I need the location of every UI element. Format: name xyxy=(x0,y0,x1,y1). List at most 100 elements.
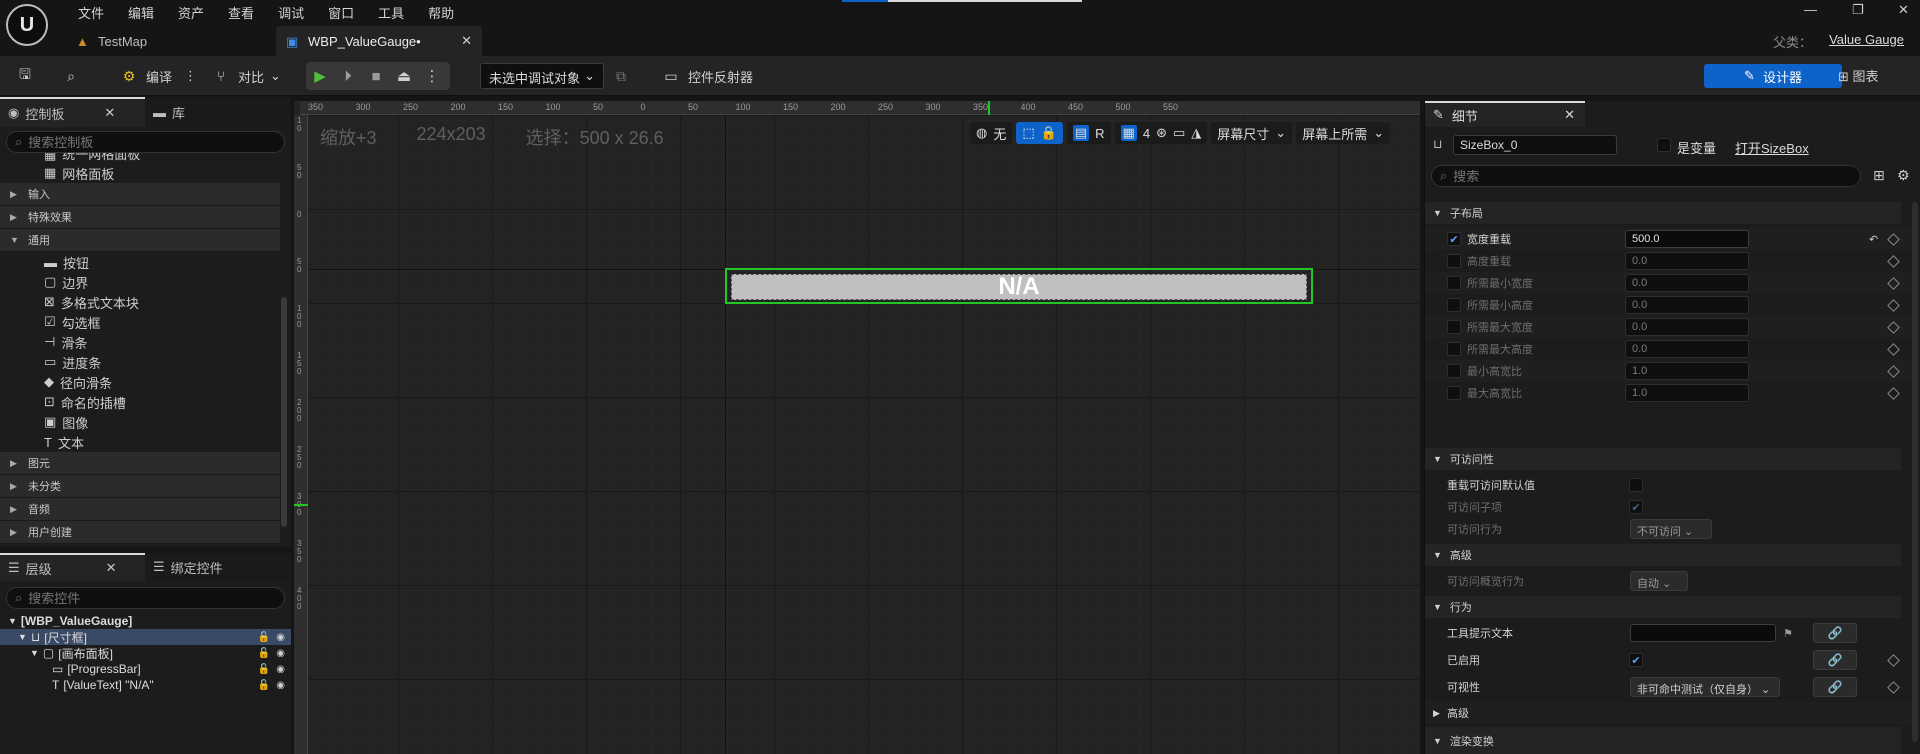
keyframe-diamond-icon[interactable] xyxy=(1887,277,1900,290)
designer-button[interactable]: ✎ 设计器 xyxy=(1704,64,1842,88)
menu-asset[interactable]: 资产 xyxy=(166,3,216,22)
bind-tooltip-button[interactable]: 🔗 xyxy=(1813,623,1857,643)
fill-mode-dropdown[interactable]: 屏幕上所需 ⌄ xyxy=(1296,122,1391,144)
category-audio[interactable]: ▶ 音频 xyxy=(0,498,280,521)
eye-icon[interactable]: ◉ xyxy=(276,632,285,643)
tree-node-valuetext[interactable]: T [ValueText] "N/A" 🔓 ◉ xyxy=(0,677,291,693)
stop-icon[interactable]: ■ xyxy=(362,68,390,85)
section-advanced[interactable]: ▼ 高级 xyxy=(1425,544,1901,566)
close-icon[interactable]: ✕ xyxy=(1564,107,1575,123)
bind-visibility-button[interactable]: 🔗 xyxy=(1813,677,1857,697)
debug-target-select[interactable]: 未选中调试对象 ⌄ xyxy=(480,63,604,89)
play-options-icon[interactable]: ⋮ xyxy=(418,67,446,85)
category-user-created[interactable]: ▶ 用户创建 xyxy=(0,521,280,544)
property-value-input[interactable]: 0.0 xyxy=(1625,274,1749,292)
flag-icon[interactable]: ⚑ xyxy=(1783,627,1793,640)
eye-icon[interactable]: ◉ xyxy=(276,664,285,675)
property-value-input[interactable]: 1.0 xyxy=(1625,384,1749,402)
menu-tools[interactable]: 工具 xyxy=(366,3,416,22)
advanced-collapsed-row[interactable]: ▶ 高级 xyxy=(1425,702,1920,724)
accessible-summary-dropdown[interactable]: 自动 ⌄ xyxy=(1630,571,1688,591)
close-icon[interactable]: ✕ xyxy=(104,105,115,121)
tab-library[interactable]: ▬ 库 xyxy=(145,97,193,127)
lock-icon[interactable]: 🔓 xyxy=(258,648,270,659)
override-checkbox[interactable] xyxy=(1447,342,1461,356)
list-item[interactable]: ⊡ 命名的插槽 xyxy=(0,392,280,412)
accessible-children-checkbox[interactable]: ✔ xyxy=(1629,500,1643,514)
menu-window[interactable]: 窗口 xyxy=(316,3,366,22)
category-input[interactable]: ▶ 输入 xyxy=(0,183,280,206)
parent-class-link[interactable]: Value Gauge xyxy=(1829,32,1904,47)
override-checkbox[interactable] xyxy=(1447,298,1461,312)
bind-enabled-button[interactable]: 🔗 xyxy=(1813,650,1857,670)
compile-button[interactable]: ⚙ 编译 ⋮ xyxy=(118,62,197,90)
debug-filter-icon[interactable]: ⧉ xyxy=(610,65,632,87)
tree-node-canvas[interactable]: ▼ ▢ [画布面板] 🔓 ◉ xyxy=(0,645,291,661)
tree-root[interactable]: ▼ [WBP_ValueGauge] xyxy=(0,613,291,629)
reset-icon[interactable]: ↶ xyxy=(1869,233,1878,246)
step-icon[interactable]: ⏵ xyxy=(334,68,362,85)
keyframe-diamond-icon[interactable] xyxy=(1887,681,1900,694)
unreal-logo-icon[interactable]: U xyxy=(6,4,48,46)
tree-node-sizebox[interactable]: ▼ ⊔ [尺寸框] 🔓 ◉ xyxy=(0,629,291,645)
menu-edit[interactable]: 编辑 xyxy=(116,3,166,22)
keyframe-diamond-icon[interactable] xyxy=(1887,365,1900,378)
close-icon[interactable]: ✕ xyxy=(106,560,117,576)
list-item[interactable]: ☑ 勾选框 xyxy=(0,312,280,332)
keyframe-diamond-icon[interactable] xyxy=(1887,321,1900,334)
override-checkbox[interactable] xyxy=(1447,364,1461,378)
property-value-input[interactable]: 0.0 xyxy=(1625,296,1749,314)
list-item[interactable]: ▦ 网格面板 xyxy=(0,163,280,183)
selected-widget[interactable]: N/A xyxy=(725,268,1313,304)
lock-icon[interactable]: 🔓 xyxy=(258,664,270,675)
lock-toggle[interactable]: ⬚ 🔒 xyxy=(1016,122,1063,144)
eye-icon[interactable]: ◉ xyxy=(276,648,285,659)
tab-bind-widgets[interactable]: ☰ 绑定控件 xyxy=(145,553,231,581)
value-text[interactable]: N/A xyxy=(998,273,1039,301)
keyframe-diamond-icon[interactable] xyxy=(1887,343,1900,356)
keyframe-diamond-icon[interactable] xyxy=(1887,654,1900,667)
screen-size-dropdown[interactable]: 屏幕尺寸 ⌄ xyxy=(1211,122,1293,144)
section-behavior[interactable]: ▼ 行为 xyxy=(1425,596,1901,618)
close-tab-icon[interactable]: ✕ xyxy=(461,33,472,49)
lock-icon[interactable]: 🔓 xyxy=(258,680,270,691)
list-item[interactable]: ▬ 按钮 xyxy=(0,252,280,272)
override-checkbox[interactable]: ✔ xyxy=(1447,232,1461,246)
section-render-transform[interactable]: ▼ 渲染变换 xyxy=(1425,727,1901,754)
list-item[interactable]: ▦ 统一网格面板 xyxy=(0,153,280,163)
minimize-icon[interactable]: — xyxy=(1804,2,1817,17)
property-value-input[interactable]: 0.0 xyxy=(1625,340,1749,358)
eye-icon[interactable]: ◉ xyxy=(276,680,285,691)
override-checkbox[interactable] xyxy=(1447,320,1461,334)
override-checkbox[interactable] xyxy=(1447,386,1461,400)
category-uncategorized[interactable]: ▶ 未分类 xyxy=(0,475,280,498)
menu-view[interactable]: 查看 xyxy=(216,3,266,22)
tree-node-progressbar[interactable]: ▭ [ProgressBar] 🔓 ◉ xyxy=(0,661,291,677)
list-item[interactable]: ▢ 边界 xyxy=(0,272,280,292)
override-checkbox[interactable] xyxy=(1447,254,1461,268)
gear-icon[interactable]: ⚙ xyxy=(1897,167,1910,184)
eject-icon[interactable]: ⏏ xyxy=(390,67,418,85)
property-value-input[interactable]: 1.0 xyxy=(1625,362,1749,380)
keyframe-diamond-icon[interactable] xyxy=(1887,299,1900,312)
palette-scrollbar[interactable] xyxy=(281,297,287,527)
close-window-icon[interactable]: ✕ xyxy=(1898,2,1909,18)
widget-name-input[interactable] xyxy=(1453,135,1617,155)
category-effects[interactable]: ▶ 特殊效果 xyxy=(0,206,280,229)
override-accessible-checkbox[interactable] xyxy=(1629,478,1643,492)
visibility-dropdown[interactable]: 非可命中测试（仅自身） ⌄ xyxy=(1630,677,1780,697)
tooltip-input[interactable] xyxy=(1630,624,1776,642)
property-value-input[interactable]: 500.0 xyxy=(1625,230,1749,248)
is-variable-checkbox[interactable] xyxy=(1657,138,1671,152)
details-search[interactable]: ⌕ xyxy=(1431,165,1861,187)
hierarchy-search[interactable]: ⌕ xyxy=(6,587,285,609)
tab-details[interactable]: ✎ 细节 ✕ xyxy=(1425,101,1585,127)
details-scrollbar[interactable] xyxy=(1912,202,1918,742)
list-item[interactable]: ⊣ 滑条 xyxy=(0,332,280,352)
grid-snap-toggle[interactable]: ▦ 4 ⊛ ▭ ◮ xyxy=(1114,122,1208,144)
compile-options-icon[interactable]: ⋮ xyxy=(184,68,197,84)
list-item[interactable]: ◆ 径向滑条 xyxy=(0,372,280,392)
table-view-icon[interactable]: ⊞ xyxy=(1873,167,1885,184)
graph-button[interactable]: ⊞ 图表 xyxy=(1838,66,1879,85)
property-value-input[interactable]: 0.0 xyxy=(1625,252,1749,270)
